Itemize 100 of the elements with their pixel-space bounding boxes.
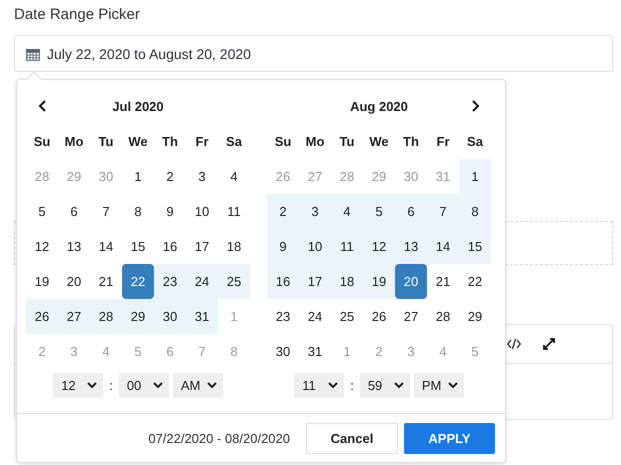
day-cell[interactable]: 5 bbox=[26, 194, 58, 229]
month-title: Jul 2020 bbox=[111, 98, 165, 114]
hour-select[interactable]: 11 bbox=[294, 373, 344, 398]
day-cell[interactable]: 6 bbox=[58, 194, 90, 229]
day-cell[interactable]: 24 bbox=[299, 299, 331, 334]
day-cell[interactable]: 28 bbox=[427, 299, 459, 334]
day-cell[interactable]: 13 bbox=[395, 229, 427, 264]
day-cell[interactable]: 23 bbox=[154, 264, 186, 299]
day-cell[interactable]: 17 bbox=[299, 264, 331, 299]
day-cell[interactable]: 5 bbox=[363, 194, 395, 229]
day-cell[interactable]: 15 bbox=[122, 229, 154, 264]
day-cell[interactable]: 9 bbox=[267, 229, 299, 264]
day-cell[interactable]: 31 bbox=[299, 334, 331, 369]
day-cell[interactable]: 19 bbox=[26, 264, 58, 299]
date-field[interactable]: July 22, 2020 to August 20, 2020 bbox=[14, 35, 613, 72]
weekday-label: Mo bbox=[304, 133, 326, 151]
day-cell[interactable]: 14 bbox=[427, 229, 459, 264]
day-cell[interactable]: 22 bbox=[122, 264, 154, 299]
day-cell[interactable]: 30 bbox=[267, 334, 299, 369]
day-cell[interactable]: 3 bbox=[299, 194, 331, 229]
weekday-label: We bbox=[368, 133, 390, 151]
chevron-icon bbox=[152, 382, 163, 389]
day-cell[interactable]: 2 bbox=[267, 194, 299, 229]
time-separator: : bbox=[349, 378, 355, 393]
weekday-label: Sa bbox=[466, 133, 484, 151]
month-title: Aug 2020 bbox=[349, 98, 409, 114]
day-cell[interactable]: 7 bbox=[90, 194, 122, 229]
weekday-label: We bbox=[127, 133, 149, 151]
day-cell[interactable]: 10 bbox=[299, 229, 331, 264]
day-cell[interactable]: 20 bbox=[58, 264, 90, 299]
day-cell[interactable]: 26 bbox=[26, 299, 58, 334]
chevron-icon bbox=[328, 382, 338, 389]
code-icon[interactable] bbox=[507, 338, 521, 350]
day-cell[interactable]: 31 bbox=[186, 299, 218, 334]
chevron-icon bbox=[206, 382, 217, 389]
day-cell[interactable]: 22 bbox=[459, 264, 491, 299]
day-cell[interactable]: 14 bbox=[90, 229, 122, 264]
date-value: July 22, 2020 to August 20, 2020 bbox=[47, 46, 251, 62]
selected-range-text: 07/22/2020 - 08/20/2020 bbox=[148, 430, 290, 446]
day-cell[interactable]: 29 bbox=[122, 299, 154, 334]
day-cell[interactable]: 15 bbox=[459, 229, 491, 264]
day-cell[interactable]: 21 bbox=[427, 264, 459, 299]
expand-icon[interactable] bbox=[543, 338, 555, 350]
day-cell[interactable]: 8 bbox=[122, 194, 154, 229]
day-cell[interactable]: 11 bbox=[331, 229, 363, 264]
day-cell[interactable]: 11 bbox=[218, 194, 250, 229]
day-cell[interactable]: 26 bbox=[363, 299, 395, 334]
day-cell[interactable]: 12 bbox=[363, 229, 395, 264]
time-separator: : bbox=[108, 378, 114, 393]
day-cell[interactable]: 16 bbox=[267, 264, 299, 299]
day-cell[interactable]: 7 bbox=[427, 194, 459, 229]
weekday-label: Su bbox=[32, 133, 52, 151]
weekday-label: Fr bbox=[436, 133, 450, 151]
apply-button[interactable]: APPLY bbox=[404, 422, 495, 454]
day-cell[interactable]: 25 bbox=[331, 299, 363, 334]
weekday-label: Su bbox=[274, 133, 292, 151]
day-cell[interactable]: 29 bbox=[459, 299, 491, 334]
day-cell[interactable]: 20 bbox=[395, 264, 427, 299]
day-cell[interactable]: 9 bbox=[154, 194, 186, 229]
day-cell[interactable]: 4 bbox=[331, 194, 363, 229]
field-label: Date Range Picker bbox=[14, 6, 141, 25]
day-cell[interactable]: 24 bbox=[186, 264, 218, 299]
minute-select[interactable]: 59 bbox=[360, 373, 410, 398]
calendar-icon bbox=[26, 46, 40, 60]
day-cell[interactable]: 19 bbox=[363, 264, 395, 299]
day-cell[interactable]: 3 bbox=[186, 159, 218, 194]
cancel-button[interactable]: Cancel bbox=[306, 422, 398, 454]
day-cell[interactable]: 4 bbox=[218, 159, 250, 194]
day-cell[interactable]: 16 bbox=[154, 229, 186, 264]
day-cell[interactable]: 27 bbox=[58, 299, 90, 334]
weekday-label: Th bbox=[161, 133, 179, 151]
day-cell[interactable]: 10 bbox=[186, 194, 218, 229]
chevron-icon bbox=[448, 382, 458, 389]
hour-select[interactable]: 12 bbox=[53, 373, 104, 398]
minute-select[interactable]: 00 bbox=[118, 373, 169, 398]
weekday-label: Th bbox=[402, 133, 420, 151]
day-cell[interactable]: 27 bbox=[395, 299, 427, 334]
day-cell[interactable]: 2 bbox=[154, 159, 186, 194]
day-cell[interactable]: 18 bbox=[331, 264, 363, 299]
day-cell[interactable]: 28 bbox=[90, 299, 122, 334]
day-cell[interactable]: 23 bbox=[267, 299, 299, 334]
day-cell[interactable]: 8 bbox=[459, 194, 491, 229]
day-cell[interactable]: 13 bbox=[58, 229, 90, 264]
chevron-icon bbox=[87, 382, 98, 389]
day-cell[interactable]: 21 bbox=[90, 264, 122, 299]
day-cell[interactable]: 6 bbox=[395, 194, 427, 229]
previous-month-icon[interactable] bbox=[38, 100, 46, 112]
next-month-icon[interactable] bbox=[470, 100, 480, 112]
period-select[interactable]: AM bbox=[172, 373, 223, 398]
day-cell[interactable]: 1 bbox=[459, 159, 491, 194]
chevron-icon bbox=[394, 382, 404, 389]
day-cell[interactable]: 25 bbox=[218, 264, 250, 299]
day-cell[interactable]: 1 bbox=[122, 159, 154, 194]
day-cell[interactable]: 18 bbox=[218, 229, 250, 264]
day-cell[interactable]: 30 bbox=[154, 299, 186, 334]
day-cell[interactable]: 17 bbox=[186, 229, 218, 264]
weekday-label: Fr bbox=[194, 133, 210, 151]
period-select[interactable]: PM bbox=[414, 373, 464, 398]
day-cell[interactable]: 12 bbox=[26, 229, 58, 264]
weekday-label: Tu bbox=[98, 133, 114, 151]
